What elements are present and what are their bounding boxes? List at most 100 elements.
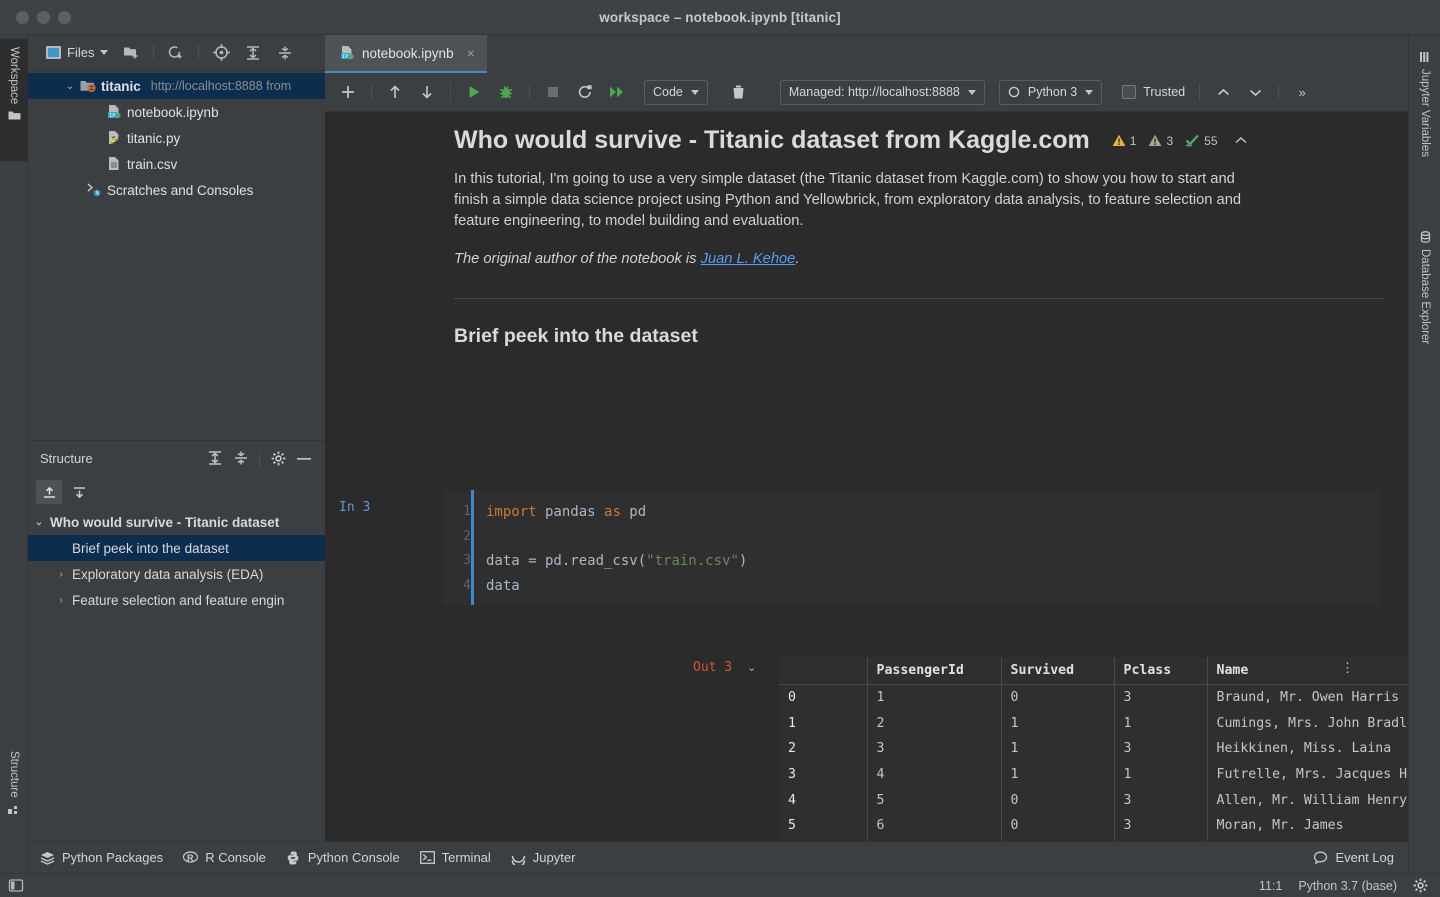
restart-kernel-icon[interactable] bbox=[570, 78, 600, 106]
refresh-add-icon[interactable] bbox=[161, 39, 191, 67]
table-cell[interactable]: 5 bbox=[779, 812, 868, 839]
scroll-from-source-icon[interactable] bbox=[36, 480, 62, 504]
tool-button-r-console[interactable]: R R Console bbox=[183, 850, 266, 865]
interpreter-label[interactable]: Python 3.7 (base) bbox=[1298, 879, 1397, 893]
ok-group[interactable]: 55 bbox=[1185, 134, 1218, 148]
collapse-all-icon[interactable] bbox=[270, 39, 300, 67]
table-cell[interactable]: 1 bbox=[1114, 710, 1208, 736]
tool-button-event-log[interactable]: Event Log bbox=[1313, 850, 1408, 865]
sidebar-tab-jupyter-variables[interactable]: Jupyter Variables bbox=[1409, 43, 1440, 173]
table-cell[interactable]: Braund, Mr. Owen Harris bbox=[1207, 684, 1408, 711]
more-actions-button[interactable]: » bbox=[1287, 78, 1317, 106]
table-cell[interactable]: 5 bbox=[867, 787, 1002, 813]
table-cell[interactable]: 3 bbox=[1114, 812, 1208, 839]
tree-item-notebook[interactable]: IP notebook.ipynb bbox=[28, 99, 325, 125]
column-header[interactable]: PassengerId bbox=[867, 657, 1002, 685]
structure-item-brief-peek[interactable]: Brief peek into the dataset bbox=[28, 535, 325, 561]
run-all-icon[interactable] bbox=[602, 78, 632, 106]
table-cell[interactable]: 3 bbox=[1114, 787, 1208, 813]
kernel-dropdown[interactable]: Python 3 bbox=[998, 79, 1103, 105]
new-folder-icon[interactable] bbox=[116, 39, 146, 67]
structure-item-eda[interactable]: › Exploratory data analysis (EDA) bbox=[28, 561, 325, 587]
code-text[interactable]: import pandas as pd data = pd.read_csv("… bbox=[474, 490, 747, 605]
tree-item-scratches[interactable]: Scratches and Consoles bbox=[28, 177, 325, 203]
table-cell[interactable]: Cumings, Mrs. John Bradley (Florence Br.… bbox=[1207, 710, 1408, 736]
table-cell[interactable]: 4 bbox=[779, 787, 868, 813]
add-cell-button[interactable] bbox=[333, 78, 363, 106]
table-cell[interactable]: 0 bbox=[779, 684, 868, 711]
author-link[interactable]: Juan L. Kehoe bbox=[701, 251, 796, 267]
table-cell[interactable]: 1 bbox=[1001, 761, 1115, 788]
table-cell[interactable]: 3 bbox=[1114, 684, 1208, 711]
table-row[interactable]: 4503Allen, Mr. William Henrymale bbox=[779, 787, 1408, 813]
locate-icon[interactable] bbox=[206, 39, 236, 67]
column-header[interactable]: Name bbox=[1207, 657, 1408, 685]
table-cell[interactable]: 2 bbox=[779, 735, 868, 762]
tool-button-terminal[interactable]: Terminal bbox=[419, 850, 491, 865]
table-cell[interactable]: 1 bbox=[1001, 735, 1115, 762]
table-cell[interactable]: 1 bbox=[867, 684, 1002, 711]
table-cell[interactable]: 1 bbox=[1114, 761, 1208, 788]
structure-item-feature[interactable]: › Feature selection and feature engin bbox=[28, 587, 325, 613]
files-dropdown[interactable]: Files bbox=[40, 42, 114, 63]
table-cell[interactable]: 1 bbox=[779, 710, 868, 736]
table-row[interactable]: 2313Heikkinen, Miss. Lainafemale bbox=[779, 735, 1408, 762]
tool-button-python-packages[interactable]: Python Packages bbox=[40, 850, 163, 865]
sidebar-tab-database-explorer[interactable]: Database Explorer bbox=[1409, 223, 1440, 365]
table-cell[interactable]: 3 bbox=[867, 735, 1002, 762]
code-editor[interactable]: In 3 1 2 3 4 import pandas as pd data = … bbox=[339, 490, 1380, 605]
jupyter-server-dropdown[interactable]: Managed: http://localhost:8888 bbox=[779, 79, 985, 105]
table-cell[interactable]: Allen, Mr. William Henry bbox=[1207, 787, 1408, 813]
trusted-checkbox[interactable]: Trusted bbox=[1116, 85, 1191, 99]
caret-position[interactable]: 11:1 bbox=[1259, 879, 1282, 893]
inspection-widget[interactable]: 1 3 55 bbox=[1112, 134, 1248, 148]
tree-item-titanicpy[interactable]: titanic.py bbox=[28, 125, 325, 151]
table-cell[interactable]: Futrelle, Mrs. Jacques Heath (Lily May .… bbox=[1207, 761, 1408, 788]
table-row[interactable]: 0103Braund, Mr. Owen Harrismale bbox=[779, 684, 1408, 711]
settings-icon[interactable] bbox=[265, 445, 291, 471]
tool-button-python-console[interactable]: Python Console bbox=[286, 850, 400, 865]
table-cell[interactable]: 2 bbox=[867, 710, 1002, 736]
column-header[interactable] bbox=[779, 657, 868, 685]
chevron-down-icon[interactable]: ⌄ bbox=[747, 661, 756, 674]
tool-button-jupyter[interactable]: Jupyter bbox=[511, 850, 575, 865]
inspection-prev-icon[interactable] bbox=[1234, 135, 1248, 146]
run-cell-icon[interactable] bbox=[459, 78, 489, 106]
collapse-all-icon[interactable] bbox=[228, 445, 254, 471]
table-cell[interactable]: 0 bbox=[1001, 787, 1115, 813]
tree-item-titanic[interactable]: ⌄ titanic http://localhost:8888 from bbox=[28, 73, 325, 99]
column-header[interactable]: Survived bbox=[1001, 657, 1115, 685]
warning-group[interactable]: 1 bbox=[1112, 134, 1136, 148]
gear-icon[interactable] bbox=[1413, 878, 1428, 893]
hide-icon[interactable] bbox=[291, 445, 317, 471]
table-cell[interactable]: 4 bbox=[867, 761, 1002, 788]
chevron-right-icon[interactable]: › bbox=[50, 569, 72, 580]
table-cell[interactable]: 3 bbox=[779, 761, 868, 788]
table-cell[interactable]: 0 bbox=[1001, 812, 1115, 839]
table-row[interactable]: 3411Futrelle, Mrs. Jacques Heath (Lily M… bbox=[779, 761, 1408, 788]
table-cell[interactable]: 0 bbox=[1001, 684, 1115, 711]
previous-cell-icon[interactable] bbox=[1208, 78, 1238, 106]
table-cell[interactable]: 1 bbox=[1001, 710, 1115, 736]
chevron-right-icon[interactable]: › bbox=[50, 595, 72, 606]
table-cell[interactable]: 3 bbox=[1114, 735, 1208, 762]
sidebar-tab-workspace[interactable]: Workspace bbox=[0, 39, 28, 161]
tab-notebook-ipynb[interactable]: IP notebook.ipynb × bbox=[325, 35, 487, 73]
layout-toggle-icon[interactable] bbox=[8, 878, 28, 893]
scroll-to-source-icon[interactable] bbox=[66, 480, 92, 504]
table-row[interactable]: 5603Moran, Mr. Jamesmale bbox=[779, 812, 1408, 839]
interrupt-kernel-icon[interactable] bbox=[538, 78, 568, 106]
dataframe-table[interactable]: PassengerIdSurvivedPclassNameSex0103Brau… bbox=[779, 657, 1408, 841]
table-cell[interactable]: 6 bbox=[867, 812, 1002, 839]
more-icon[interactable]: ⋮ bbox=[1341, 661, 1354, 674]
weak-warning-group[interactable]: 3 bbox=[1148, 134, 1173, 148]
chevron-down-icon[interactable]: ⌄ bbox=[62, 81, 78, 92]
table-cell[interactable]: Heikkinen, Miss. Laina bbox=[1207, 735, 1408, 762]
debug-cell-icon[interactable] bbox=[491, 78, 521, 106]
move-cell-down-icon[interactable] bbox=[412, 78, 442, 106]
delete-cell-icon[interactable] bbox=[724, 78, 754, 106]
expand-all-icon[interactable] bbox=[238, 39, 268, 67]
table-cell[interactable]: Moran, Mr. James bbox=[1207, 812, 1408, 839]
chevron-down-icon[interactable]: ⌄ bbox=[28, 517, 50, 528]
next-cell-icon[interactable] bbox=[1240, 78, 1270, 106]
